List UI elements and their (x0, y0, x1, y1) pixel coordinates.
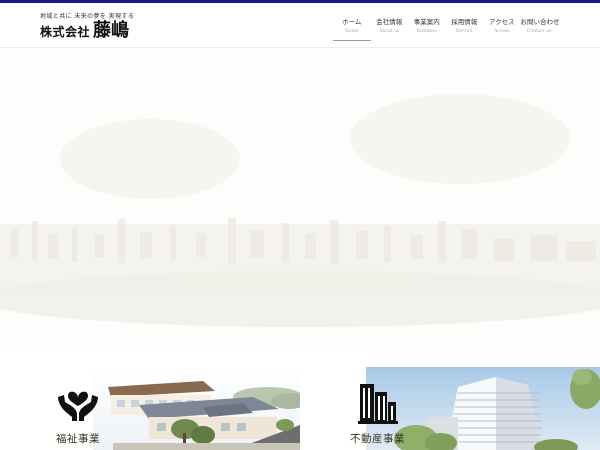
nav-item-sublabel: About us (379, 29, 400, 34)
nav-item-sublabel: Home (344, 29, 359, 34)
service-card-welfare[interactable]: 福祉事業 (53, 367, 300, 450)
nav-item-sublabel: Business (416, 29, 437, 34)
main-nav: ホーム Home 会社情報 About us 事業案内 Business 採用情… (333, 16, 560, 41)
logo-company-title: 藤嶋 (93, 20, 130, 41)
nav-item-contact[interactable]: お問い合わせ Contact us (520, 16, 560, 41)
nav-item-recruit[interactable]: 採用情報 Recruit (446, 16, 484, 41)
nav-item-label: ホーム (342, 18, 362, 26)
nav-item-access[interactable]: アクセス Access (483, 16, 521, 41)
buildings-icon (358, 384, 398, 424)
nav-item-about[interactable]: 会社情報 About us (371, 16, 409, 41)
nav-item-label: 会社情報 (376, 18, 403, 26)
nav-item-home[interactable]: ホーム Home (333, 16, 371, 41)
nav-item-label: 事業案内 (413, 18, 440, 26)
site-logo[interactable]: 地域と共に 未来の夢を 実現する 株式会社 藤嶋 (40, 11, 150, 40)
nav-item-label: アクセス (488, 18, 515, 26)
nav-item-business[interactable]: 事業案内 Business (408, 16, 446, 41)
hands-heart-icon (58, 391, 98, 421)
logo-company-prefix: 株式会社 (40, 25, 91, 39)
nav-item-sublabel: Access (493, 29, 510, 34)
nav-item-label: お問い合わせ (520, 18, 560, 26)
nav-item-sublabel: Recruit (455, 29, 473, 34)
service-card-real-estate[interactable]: 不動産事業 (346, 367, 600, 450)
service-cards: 福祉事業 不動産事業 (0, 367, 600, 450)
site-header: 地域と共に 未来の夢を 実現する 株式会社 藤嶋 ホーム Home 会社情報 A… (0, 3, 600, 48)
nav-item-label: 採用情報 (451, 18, 478, 26)
nav-item-sublabel: Contact us (526, 29, 552, 34)
service-card-label: 福祉事業 (56, 433, 100, 445)
logo-company-name: 株式会社 藤嶋 (40, 22, 150, 40)
hero-cityscape-illustration (0, 49, 600, 345)
hero-image (0, 49, 600, 345)
logo-tagline: 地域と共に 未来の夢を 実現する (40, 13, 135, 20)
service-card-label: 不動産事業 (350, 433, 405, 445)
